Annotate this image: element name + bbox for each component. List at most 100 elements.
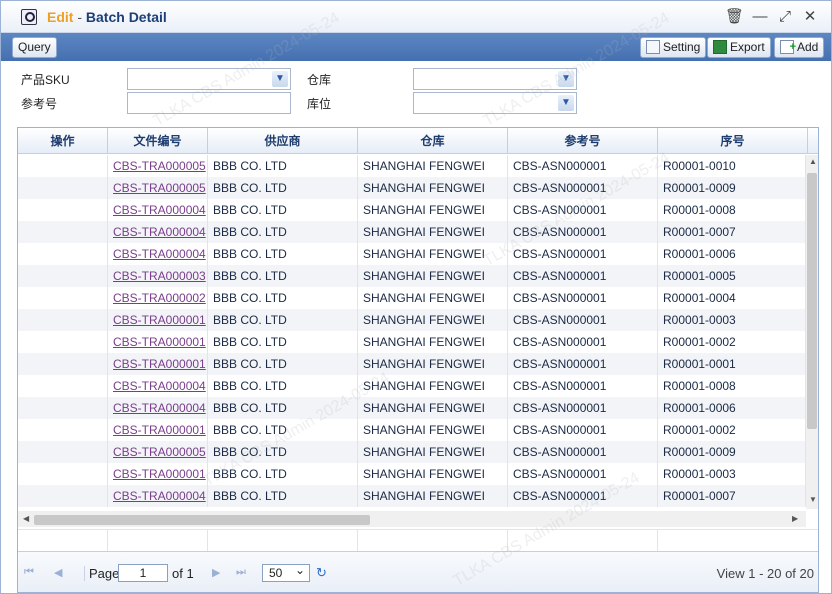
last-page-icon[interactable]: ⏭ (236, 566, 246, 579)
file-no-link[interactable]: CBS-TRA000001 (108, 309, 208, 331)
delete-icon[interactable]: 🗑 (725, 8, 744, 26)
operation-cell (18, 353, 108, 375)
col-header-operation[interactable]: 操作 (18, 128, 108, 154)
seq-cell: R00001-0002 (658, 419, 806, 441)
refresh-icon[interactable]: ↻ (316, 565, 327, 581)
table-row[interactable]: CBS-TRA000003 BBB CO. LTD SHANGHAI FENGWEI… (18, 265, 806, 287)
next-page-icon[interactable]: ▶ (212, 566, 220, 579)
settings-page-icon (646, 40, 660, 54)
table-row[interactable]: CBS-TRA000004 BBB CO. LTD SHANGHAI FENGWEI… (18, 243, 806, 265)
ref-cell: CBS-ASN000001 (508, 243, 658, 265)
supplier-cell: BBB CO. LTD (208, 155, 358, 177)
add-button[interactable]: Add (774, 37, 825, 58)
table-row[interactable]: CBS-TRA000001 BBB CO. LTD SHANGHAI FENGWEI… (18, 353, 806, 375)
setting-label: Setting (663, 40, 701, 54)
setting-button[interactable]: Setting (640, 37, 707, 58)
page-number-input[interactable]: 1 (118, 564, 168, 582)
close-icon[interactable]: ✕ (801, 8, 819, 26)
file-no-link[interactable]: CBS-TRA000005 (108, 177, 208, 199)
table-row[interactable]: CBS-TRA000001 BBB CO. LTD SHANGHAI FENGWEI… (18, 419, 806, 441)
title-separator: - (77, 9, 83, 25)
table-row[interactable]: CBS-TRA000005 BBB CO. LTD SHANGHAI FENGWEI… (18, 177, 806, 199)
scroll-up-icon[interactable]: ▲ (809, 157, 817, 166)
operation-cell (18, 265, 108, 287)
warehouse-cell: SHANGHAI FENGWEI (358, 397, 508, 419)
ref-cell: CBS-ASN000001 (508, 177, 658, 199)
col-header-warehouse[interactable]: 仓库 (358, 128, 508, 154)
table-row[interactable]: CBS-TRA000002 BBB CO. LTD SHANGHAI FENGWEI… (18, 287, 806, 309)
ref-input[interactable] (127, 92, 291, 114)
horizontal-scrollbar[interactable]: ◀ ▶ (18, 511, 806, 527)
table-row[interactable]: CBS-TRA000005 BBB CO. LTD SHANGHAI FENGWEI… (18, 441, 806, 463)
scroll-right-icon[interactable]: ▶ (792, 514, 798, 523)
operation-cell (18, 243, 108, 265)
page-size-select[interactable]: 50 (262, 562, 310, 582)
ref-label: 参考号 (21, 97, 58, 111)
warehouse-cell: SHANGHAI FENGWEI (358, 309, 508, 331)
file-no-link[interactable]: CBS-TRA000004 (108, 485, 208, 507)
seq-cell: R00001-0007 (658, 221, 806, 243)
col-header-file-no[interactable]: 文件编号 (108, 128, 208, 154)
operation-cell (18, 463, 108, 485)
pager-bar: ⏮ ◀ Page 1 of 1 ▶ ⏭ 50 ↻ View 1 - 20 of … (18, 551, 818, 592)
col-header-ref[interactable]: 参考号 (508, 128, 658, 154)
table-row[interactable]: CBS-TRA000004 BBB CO. LTD SHANGHAI FENGWEI… (18, 221, 806, 243)
table-row[interactable]: CBS-TRA000004 BBB CO. LTD SHANGHAI FENGWEI… (18, 199, 806, 221)
sku-select[interactable]: ▼ (127, 68, 291, 90)
col-header-supplier[interactable]: 供应商 (208, 128, 358, 154)
horizontal-scroll-thumb[interactable] (34, 515, 370, 525)
ref-cell: CBS-ASN000001 (508, 397, 658, 419)
supplier-cell: BBB CO. LTD (208, 463, 358, 485)
file-no-link[interactable]: CBS-TRA000001 (108, 419, 208, 441)
supplier-cell: BBB CO. LTD (208, 331, 358, 353)
scroll-down-icon[interactable]: ▼ (809, 495, 817, 504)
warehouse-select[interactable]: ▼ (413, 68, 577, 90)
footer-cell (358, 530, 508, 552)
scroll-left-icon[interactable]: ◀ (23, 514, 29, 523)
vertical-scroll-thumb[interactable] (807, 173, 817, 429)
table-row[interactable]: CBS-TRA000001 BBB CO. LTD SHANGHAI FENGWEI… (18, 331, 806, 353)
file-no-link[interactable]: CBS-TRA000005 (108, 441, 208, 463)
file-no-link[interactable]: CBS-TRA000004 (108, 397, 208, 419)
col-header-seq[interactable]: 序号 (658, 128, 808, 154)
operation-cell (18, 309, 108, 331)
sku-label: 产品SKU (21, 73, 70, 87)
warehouse-cell: SHANGHAI FENGWEI (358, 463, 508, 485)
ref-cell: CBS-ASN000001 (508, 287, 658, 309)
file-no-link[interactable]: CBS-TRA000003 (108, 265, 208, 287)
file-no-link[interactable]: CBS-TRA000004 (108, 221, 208, 243)
file-no-link[interactable]: CBS-TRA000004 (108, 243, 208, 265)
table-row[interactable]: CBS-TRA000004 BBB CO. LTD SHANGHAI FENGWEI… (18, 375, 806, 397)
excel-icon (713, 40, 727, 54)
table-row[interactable]: CBS-TRA000001 BBB CO. LTD SHANGHAI FENGWEI… (18, 463, 806, 485)
table-row[interactable]: CBS-TRA000004 BBB CO. LTD SHANGHAI FENGWEI… (18, 485, 806, 507)
file-no-link[interactable]: CBS-TRA000001 (108, 353, 208, 375)
operation-cell (18, 221, 108, 243)
table-row[interactable]: CBS-TRA000005 BBB CO. LTD SHANGHAI FENGWEI… (18, 155, 806, 177)
table-row[interactable]: CBS-TRA000004 BBB CO. LTD SHANGHAI FENGWEI… (18, 397, 806, 419)
file-no-link[interactable]: CBS-TRA000001 (108, 331, 208, 353)
seq-cell: R00001-0002 (658, 331, 806, 353)
warehouse-cell: SHANGHAI FENGWEI (358, 419, 508, 441)
file-no-link[interactable]: CBS-TRA000005 (108, 155, 208, 177)
vertical-scrollbar[interactable]: ▲ ▼ (806, 155, 818, 509)
ref-cell: CBS-ASN000001 (508, 485, 658, 507)
operation-cell (18, 199, 108, 221)
ref-cell: CBS-ASN000001 (508, 265, 658, 287)
seq-cell: R00001-0008 (658, 375, 806, 397)
first-page-icon[interactable]: ⏮ (24, 566, 34, 579)
query-button[interactable]: Query (12, 37, 57, 58)
file-no-link[interactable]: CBS-TRA000004 (108, 199, 208, 221)
maximize-icon[interactable]: ⤢ (776, 8, 794, 26)
location-select[interactable]: ▼ (413, 92, 577, 114)
file-no-link[interactable]: CBS-TRA000002 (108, 287, 208, 309)
prev-page-icon[interactable]: ◀ (54, 566, 62, 579)
export-button[interactable]: Export (707, 37, 771, 58)
table-row[interactable]: CBS-TRA000001 BBB CO. LTD SHANGHAI FENGWEI… (18, 309, 806, 331)
minimize-icon[interactable]: — (751, 8, 769, 26)
seq-cell: R00001-0007 (658, 485, 806, 507)
file-no-link[interactable]: CBS-TRA000004 (108, 375, 208, 397)
file-no-link[interactable]: CBS-TRA000001 (108, 463, 208, 485)
ref-cell: CBS-ASN000001 (508, 375, 658, 397)
seq-cell: R00001-0005 (658, 265, 806, 287)
